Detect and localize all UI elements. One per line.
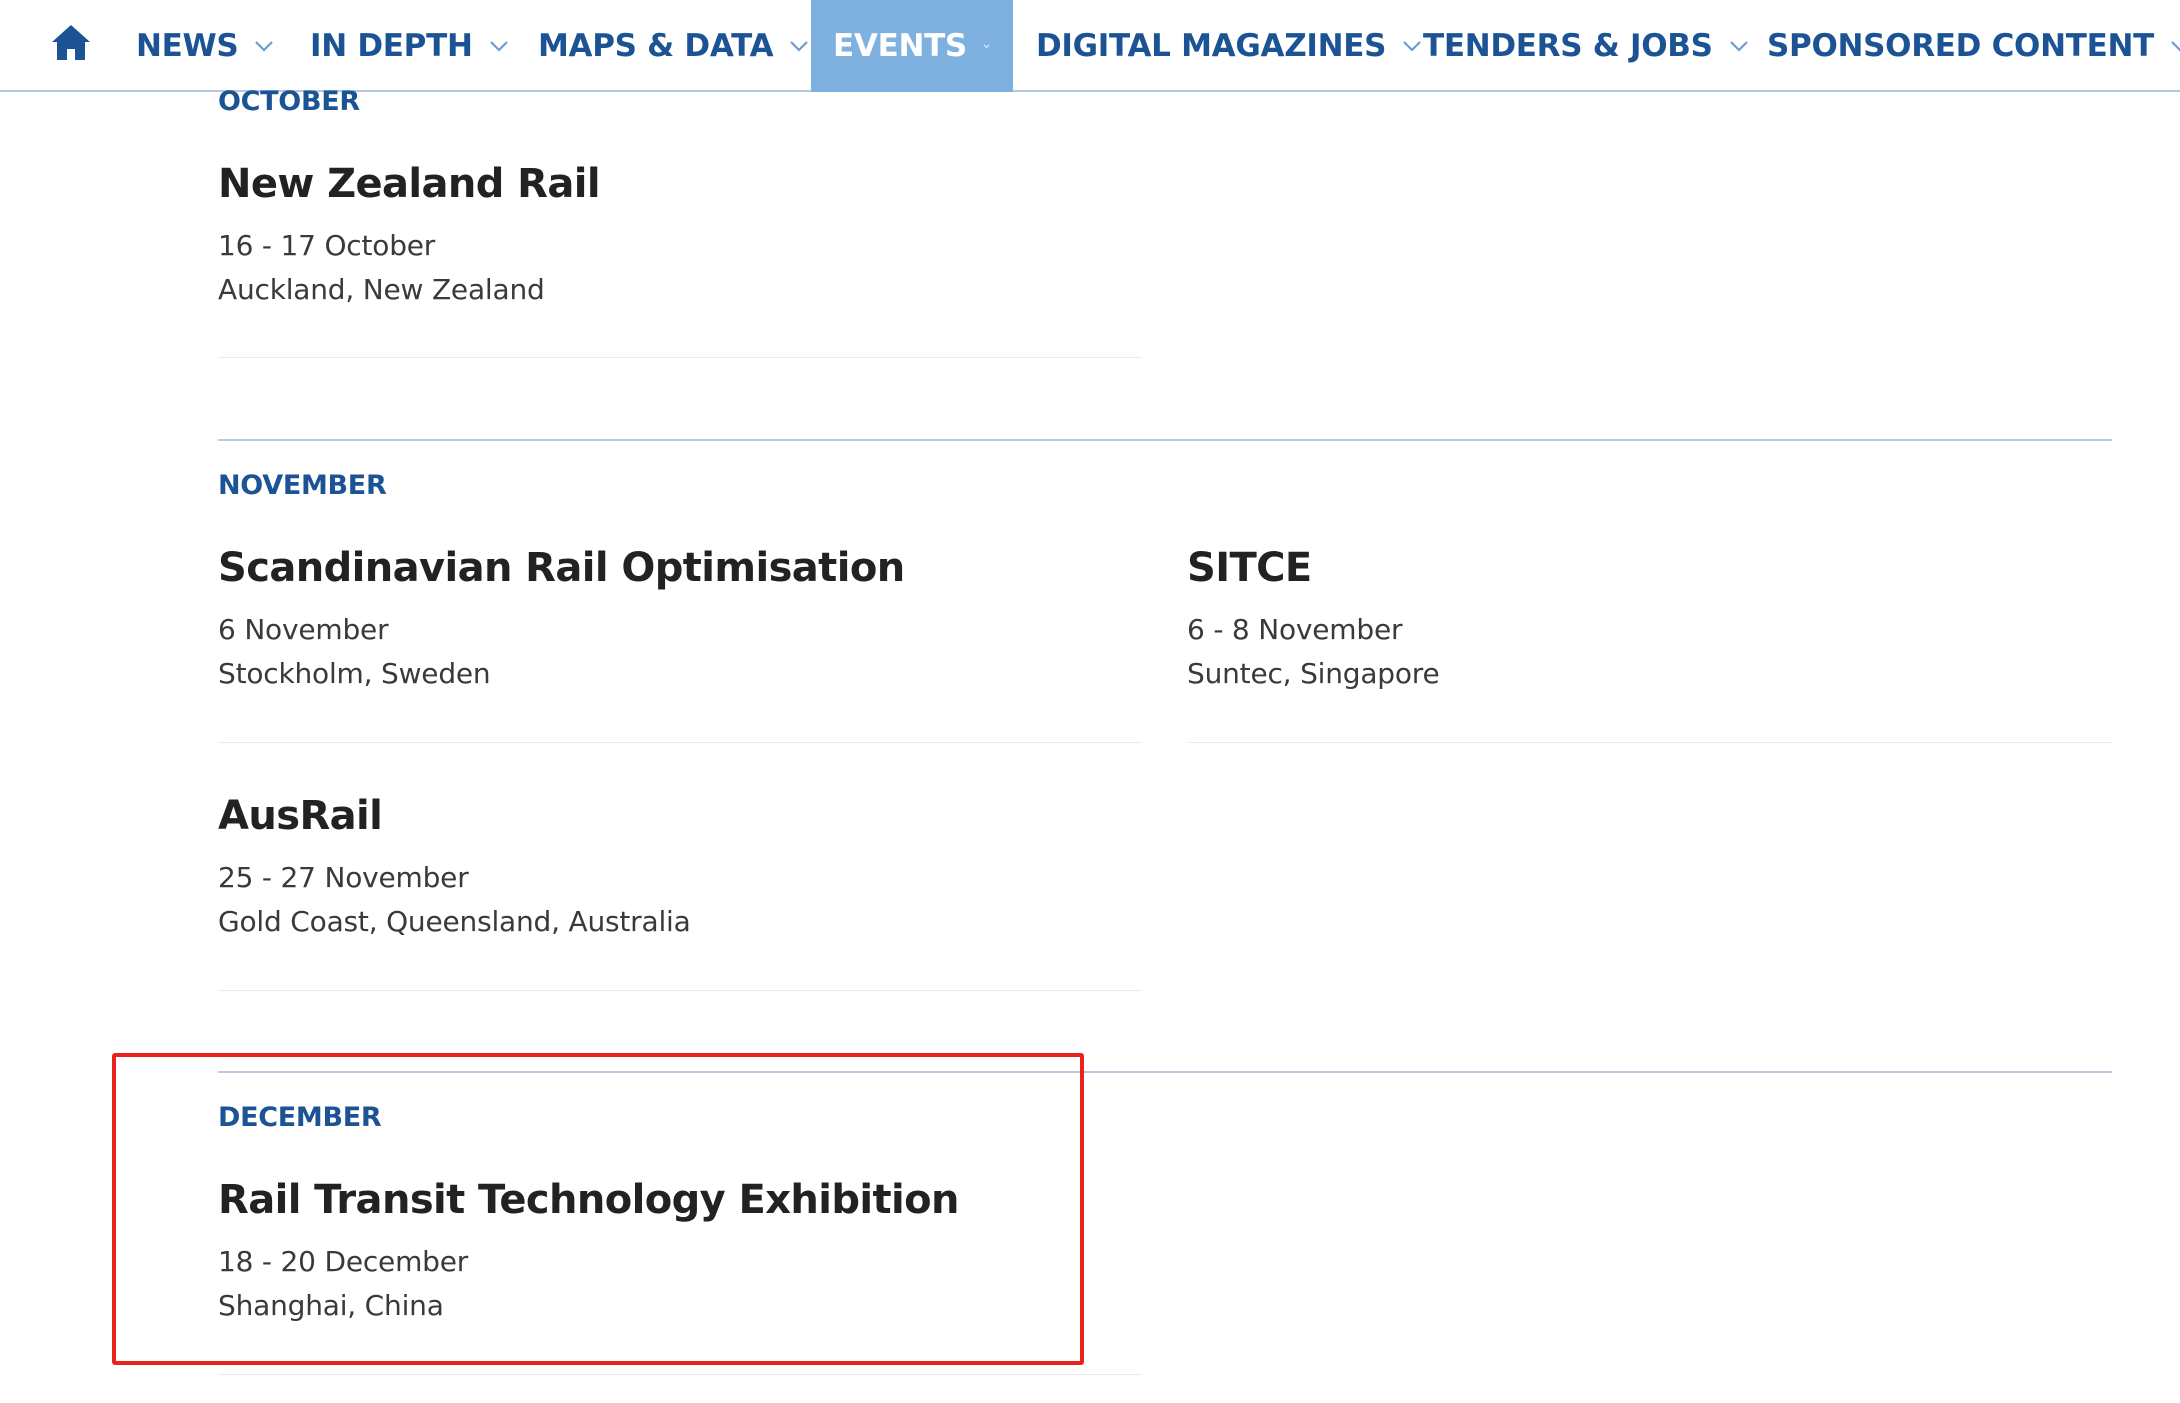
nav-item-label: NEWS <box>136 28 239 64</box>
event-card[interactable]: SITCE 6 - 8 November Suntec, Singapore <box>1187 544 2111 696</box>
divider <box>218 357 1142 358</box>
month-heading-october: OCTOBER <box>218 86 360 117</box>
nav-item-maps-data[interactable]: MAPS & DATA <box>538 0 809 92</box>
event-title[interactable]: SITCE <box>1187 544 2111 592</box>
event-location: Suntec, Singapore <box>1187 657 1440 690</box>
event-title[interactable]: Rail Transit Technology Exhibition <box>218 1176 1142 1224</box>
event-date: 6 November <box>218 613 389 646</box>
event-card[interactable]: Rail Transit Technology Exhibition 18 - … <box>218 1176 1142 1328</box>
chevron-down-icon <box>255 41 274 52</box>
section-divider <box>218 1071 2112 1073</box>
nav-item-label: IN DEPTH <box>310 28 473 64</box>
top-navigation: NEWS IN DEPTH MAPS & DATA EVENTS DIGITAL… <box>0 0 2180 92</box>
divider <box>218 990 1142 991</box>
divider <box>1187 742 2112 743</box>
event-location: Shanghai, China <box>218 1289 444 1322</box>
nav-item-news[interactable]: NEWS <box>136 0 274 92</box>
month-heading-november: NOVEMBER <box>218 470 387 501</box>
nav-item-digital-magazines[interactable]: DIGITAL MAGAZINES <box>1036 0 1422 92</box>
event-title[interactable]: AusRail <box>218 792 1142 840</box>
nav-item-label: EVENTS <box>833 28 967 64</box>
nav-item-tenders-jobs[interactable]: TENDERS & JOBS <box>1423 0 1749 92</box>
divider <box>218 742 1142 743</box>
chevron-down-icon <box>1403 41 1421 52</box>
event-date: 6 - 8 November <box>1187 613 1403 646</box>
chevron-down-icon <box>790 41 809 52</box>
nav-item-label: TENDERS & JOBS <box>1423 28 1713 64</box>
event-location: Stockholm, Sweden <box>218 657 491 690</box>
nav-item-label: DIGITAL MAGAZINES <box>1036 28 1387 64</box>
event-location: Gold Coast, Queensland, Australia <box>218 905 691 938</box>
chevron-down-icon <box>1729 41 1748 52</box>
chevron-down-icon <box>2171 41 2180 52</box>
nav-item-in-depth[interactable]: IN DEPTH <box>310 0 509 92</box>
section-divider <box>218 439 2112 441</box>
event-date: 25 - 27 November <box>218 861 469 894</box>
home-icon[interactable] <box>50 22 92 64</box>
divider <box>218 1374 1142 1375</box>
event-title[interactable]: Scandinavian Rail Optimisation <box>218 544 1142 592</box>
event-title[interactable]: New Zealand Rail <box>218 160 1142 208</box>
event-card[interactable]: Scandinavian Rail Optimisation 6 Novembe… <box>218 544 1142 696</box>
event-location: Auckland, New Zealand <box>218 273 545 306</box>
nav-item-sponsored-content[interactable]: SPONSORED CONTENT <box>1767 0 2180 92</box>
event-date: 16 - 17 October <box>218 229 436 262</box>
event-date: 18 - 20 December <box>218 1245 469 1278</box>
event-card[interactable]: New Zealand Rail 16 - 17 October Aucklan… <box>218 160 1142 312</box>
chevron-down-icon <box>983 44 990 48</box>
event-card[interactable]: AusRail 25 - 27 November Gold Coast, Que… <box>218 792 1142 944</box>
nav-item-label: MAPS & DATA <box>538 28 774 64</box>
nav-item-events[interactable]: EVENTS <box>811 0 1013 92</box>
chevron-down-icon <box>489 41 508 52</box>
month-heading-december: DECEMBER <box>218 1102 382 1133</box>
nav-item-label: SPONSORED CONTENT <box>1767 28 2154 64</box>
